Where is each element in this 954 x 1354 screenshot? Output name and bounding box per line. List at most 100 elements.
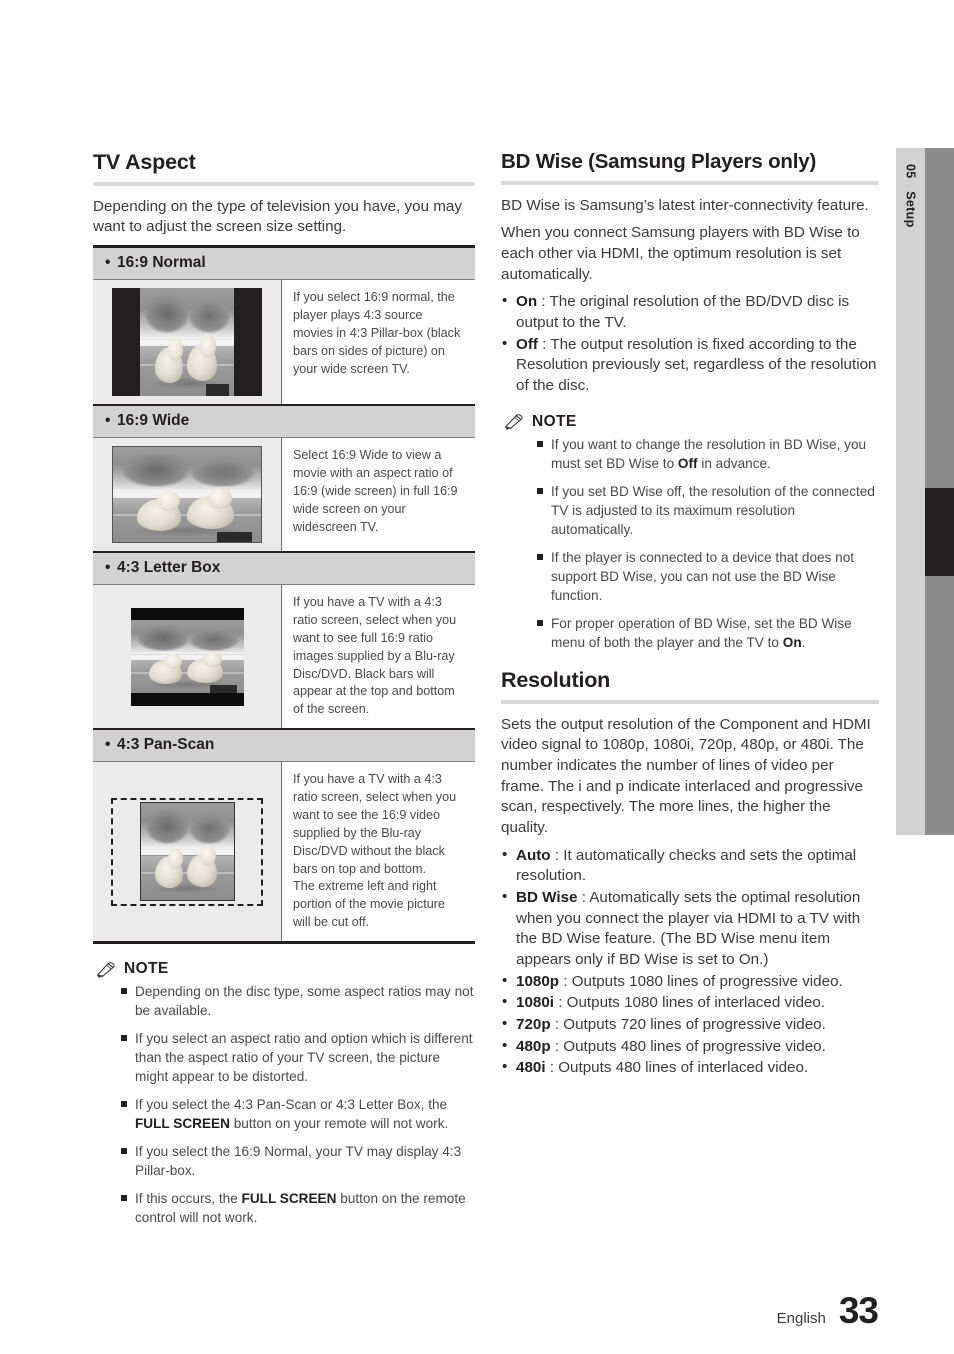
option-description: : The original resolution of the BD/DVD …	[516, 293, 850, 331]
aspect-description-part-1: If you have a TV with a 4:3 ratio screen…	[293, 772, 457, 876]
tv-frame-16-9	[112, 288, 262, 397]
aspect-row-header-4-3-letter-box: • 4:3 Letter Box	[93, 553, 475, 586]
heading-rule	[501, 699, 879, 704]
option-description: : Outputs 720 lines of progressive video…	[550, 1016, 826, 1034]
aspect-row-16-9-normal: If you select 16:9 normal, the player pl…	[93, 280, 475, 407]
note-text: For proper operation of BD Wise, set the…	[551, 615, 852, 650]
aspect-thumbnail-pillarbox	[93, 280, 282, 405]
option-description: : Outputs 1080 lines of interlaced video…	[554, 994, 826, 1012]
tv-frame-16-9-full	[112, 446, 262, 544]
note-text: If you select the 16:9 Normal, your TV m…	[135, 1144, 462, 1179]
note-emphasis: FULL SCREEN	[135, 1116, 230, 1132]
aspect-row-16-9-wide: Select 16:9 Wide to view a movie with an…	[93, 438, 475, 554]
note-emphasis: On	[782, 634, 802, 650]
pencil-icon	[96, 961, 115, 978]
note-text: If you set BD Wise off, the resolution o…	[551, 483, 875, 537]
note-text: button on your remote will not work.	[229, 1116, 449, 1132]
aspect-row-header-4-3-pan-scan: • 4:3 Pan-Scan	[93, 730, 475, 763]
note-text: .	[801, 634, 806, 650]
bullet-icon: •	[105, 254, 111, 272]
aspect-label: 4:3 Letter Box	[117, 559, 221, 577]
aspect-description: If you select 16:9 normal, the player pl…	[282, 280, 475, 405]
aspect-description-part-2: The extreme left and right portion of th…	[293, 879, 445, 930]
chapter-index-bar	[925, 148, 954, 835]
option-term: BD Wise	[516, 889, 578, 907]
footer-page-number: 33	[838, 1290, 879, 1331]
option-term: Auto	[516, 846, 551, 864]
aspect-label: 16:9 Normal	[117, 254, 206, 272]
note-header-tv-aspect: NOTE	[96, 960, 475, 978]
bd-wise-paragraph-2: When you connect Samsung players with BD…	[501, 224, 860, 283]
aspect-description: Select 16:9 Wide to view a movie with an…	[282, 438, 475, 552]
option-term: 1080i	[516, 994, 555, 1012]
option-item: 480p : Outputs 480 lines of progressive …	[501, 1036, 879, 1058]
left-column: TV Aspect Depending on the type of telev…	[93, 150, 475, 1236]
note-item: If you select the 4:3 Pan-Scan or 4:3 Le…	[121, 1095, 475, 1133]
option-description: : Outputs 1080 lines of progressive vide…	[559, 972, 843, 990]
option-description: : Outputs 480 lines of interlaced video.	[545, 1059, 809, 1077]
bullet-icon: •	[105, 736, 111, 754]
option-term: 480p	[516, 1037, 551, 1055]
note-label: NOTE	[532, 412, 577, 430]
aspect-description: If you have a TV with a 4:3 ratio screen…	[282, 762, 475, 942]
note-text: If the player is connected to a device t…	[551, 549, 855, 603]
note-item: If you set BD Wise off, the resolution o…	[537, 482, 879, 539]
note-text: If you select an aspect ratio and option…	[135, 1031, 473, 1085]
tv-frame-4-3	[130, 607, 244, 706]
note-item: If you want to change the resolution in …	[537, 435, 879, 473]
note-emphasis: Off	[677, 455, 698, 471]
bullet-icon: •	[105, 559, 111, 577]
resolution-paragraph: Sets the output resolution of the Compon…	[501, 715, 871, 836]
picture-area-4-3	[139, 288, 235, 397]
puppies-photo	[140, 803, 234, 901]
option-item: 1080i : Outputs 1080 lines of interlaced…	[501, 992, 879, 1014]
chapter-side-tab: 05 Setup	[896, 148, 925, 835]
note-text: If this occurs, the	[135, 1191, 242, 1207]
option-term: Off	[516, 335, 538, 353]
aspect-description: If you have a TV with a 4:3 ratio screen…	[282, 585, 475, 729]
chapter-number: 05	[903, 164, 918, 179]
heading-rule	[501, 180, 879, 185]
note-item: Depending on the disc type, some aspect …	[121, 982, 475, 1020]
note-item: If you select the 16:9 Normal, your TV m…	[121, 1142, 475, 1180]
chapter-index-marker	[925, 488, 954, 576]
aspect-row-4-3-pan-scan: If you have a TV with a 4:3 ratio screen…	[93, 762, 475, 942]
option-item: 480i : Outputs 480 lines of interlaced v…	[501, 1057, 879, 1079]
aspect-label: 16:9 Wide	[117, 412, 190, 430]
option-item: Off : The output resolution is fixed acc…	[501, 334, 879, 397]
note-list-bd-wise: If you want to change the resolution in …	[501, 435, 879, 652]
picture-area-16-9	[130, 620, 244, 693]
cropped-area-4-3	[139, 802, 235, 902]
tv-aspect-table: • 16:9 Normal If you select 16:9 normal,…	[93, 245, 475, 945]
note-text: in advance.	[697, 455, 771, 471]
chapter-label: Setup	[903, 191, 918, 228]
note-item: If you select an aspect ratio and option…	[121, 1029, 475, 1086]
option-term: 1080p	[516, 972, 560, 990]
option-item: On : The original resolution of the BD/D…	[501, 291, 879, 333]
option-item: Auto : It automatically checks and sets …	[501, 845, 879, 887]
note-list-tv-aspect: Depending on the disc type, some aspect …	[93, 982, 475, 1227]
puppies-photo	[113, 447, 261, 543]
bd-wise-paragraph-1: BD Wise is Samsung’s latest inter-connec…	[501, 196, 869, 214]
bullet-icon: •	[105, 412, 111, 430]
aspect-row-header-16-9-normal: • 16:9 Normal	[93, 248, 475, 281]
note-item: If this occurs, the FULL SCREEN button o…	[121, 1189, 475, 1227]
aspect-thumbnail-letterbox	[93, 585, 282, 729]
source-frame-16-9-dashed	[111, 797, 263, 906]
resolution-option-list: Auto : It automatically checks and sets …	[501, 845, 879, 1079]
note-header-bd-wise: NOTE	[504, 413, 879, 431]
option-item: BD Wise : Automatically sets the optimal…	[501, 887, 879, 971]
resolution-heading: Resolution	[501, 667, 611, 692]
note-text: Depending on the disc type, some aspect …	[135, 984, 474, 1019]
right-column: BD Wise (Samsung Players only) BD Wise i…	[501, 150, 879, 1080]
aspect-label: 4:3 Pan-Scan	[117, 736, 215, 754]
chapter-side-tab-label: 05 Setup	[904, 164, 918, 228]
note-label: NOTE	[124, 960, 169, 978]
option-term: 480i	[516, 1059, 546, 1077]
option-description: : The output resolution is fixed accordi…	[516, 335, 877, 394]
aspect-row-header-16-9-wide: • 16:9 Wide	[93, 406, 475, 439]
option-term: 720p	[516, 1016, 551, 1034]
bd-wise-heading: BD Wise (Samsung Players only)	[501, 150, 817, 173]
note-item: For proper operation of BD Wise, set the…	[537, 614, 879, 652]
bd-wise-option-list: On : The original resolution of the BD/D…	[501, 291, 879, 397]
